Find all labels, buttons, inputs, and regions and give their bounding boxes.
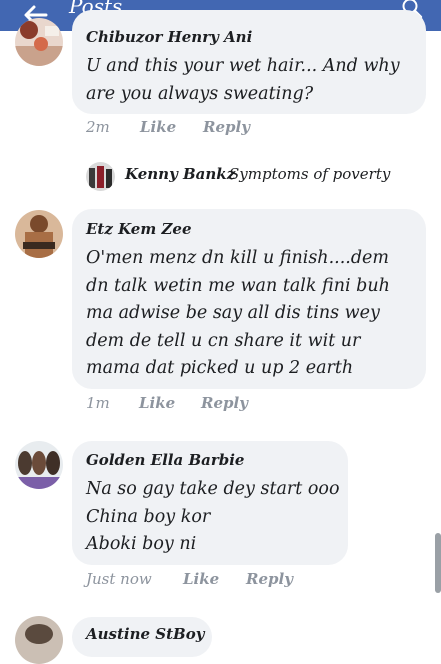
comment-line: dn talk wetin me wan talk fini buh (86, 275, 390, 296)
comment-line: Na so gay take dey start ooo (86, 479, 340, 499)
avatar[interactable] (15, 441, 63, 489)
comment-time: 1m (86, 394, 110, 412)
comment-line: China boy kor (86, 506, 211, 527)
reply-avatar[interactable] (86, 162, 115, 191)
comment-line: U and this your wet hair... And why (86, 56, 400, 76)
comment-line: ma adwise be say all dis tins wey (86, 303, 380, 323)
like-button[interactable]: Like (140, 118, 176, 136)
comment-line: O'men menz dn kill u finish....dem (86, 248, 389, 268)
comment-line: dem de tell u cn share it wit ur (86, 330, 361, 351)
comment-text: U and this your wet hair... And why are … (86, 53, 400, 108)
comment-text: Na so gay take dey start ooo China boy k… (86, 476, 340, 559)
comment-time: Just now (86, 570, 152, 588)
reply-preview-text[interactable]: Symptoms of poverty (229, 165, 390, 183)
comment-author[interactable]: Golden Ella Barbie (86, 451, 244, 469)
comment-line: mama dat picked u up 2 earth (86, 358, 354, 378)
comment-text: O'men menz dn kill u finish....dem dn ta… (86, 245, 390, 383)
reply-button[interactable]: Reply (201, 394, 248, 412)
comment-author[interactable]: Chibuzor Henry Ani (86, 28, 252, 46)
reply-button[interactable]: Reply (246, 570, 293, 588)
avatar[interactable] (15, 616, 63, 664)
avatar[interactable] (15, 18, 63, 66)
like-button[interactable]: Like (139, 394, 175, 412)
reply-button[interactable]: Reply (203, 118, 250, 136)
comment-line: are you always sweating? (86, 83, 314, 104)
scrollbar[interactable] (435, 533, 441, 593)
avatar[interactable] (15, 210, 63, 258)
like-button[interactable]: Like (183, 570, 219, 588)
reply-author[interactable]: Kenny Bankz (125, 165, 235, 183)
comment-author[interactable]: Austine StBoy (86, 625, 204, 643)
comment-line: Aboki boy ni (86, 534, 197, 554)
comment-time: 2m (86, 118, 110, 136)
comment-author[interactable]: Etz Kem Zee (86, 220, 191, 238)
